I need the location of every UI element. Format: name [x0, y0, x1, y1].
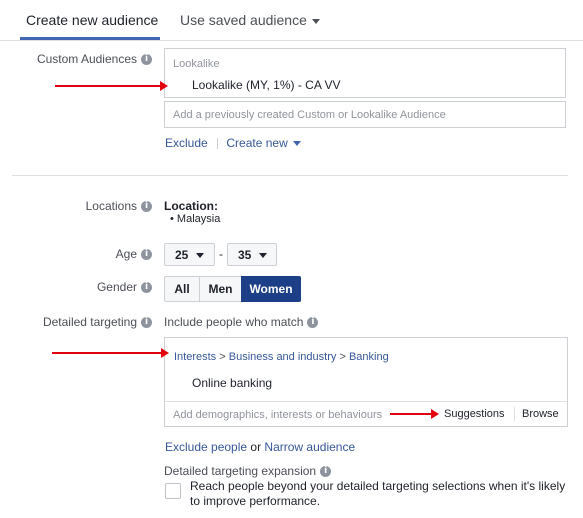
age-label: Age i: [116, 247, 152, 261]
expansion-description: Reach people beyond your detailed target…: [190, 479, 566, 508]
custom-audiences-label-text: Custom Audiences: [36, 52, 137, 66]
selected-audience[interactable]: Lookalike (MY, 1%) - CA VV: [192, 78, 341, 92]
browse-button[interactable]: Browse: [522, 408, 559, 420]
exclude-link[interactable]: Exclude: [165, 136, 208, 150]
include-label: Include people who match i: [164, 315, 319, 329]
info-icon[interactable]: i: [320, 466, 332, 478]
location-item-text: Malaysia: [176, 213, 221, 225]
detailed-targeting-input[interactable]: Add demographics, interests or behaviour…: [173, 409, 382, 421]
breadcrumb-business-industry[interactable]: Business and industry: [229, 351, 337, 363]
info-icon[interactable]: i: [141, 54, 152, 66]
annotation-arrow: [55, 81, 168, 91]
custom-audiences-label: Custom Audiences i: [37, 52, 152, 66]
info-icon[interactable]: i: [141, 317, 152, 329]
annotation-arrow: [52, 348, 169, 358]
gender-label-text: Gender: [96, 280, 137, 294]
age-label-text: Age: [115, 247, 137, 261]
lookalike-group-label: Lookalike: [173, 58, 220, 70]
info-icon[interactable]: i: [307, 317, 319, 329]
location-title: Location:: [164, 199, 218, 213]
breadcrumb-separator: >: [339, 351, 346, 363]
info-icon[interactable]: i: [141, 282, 152, 294]
custom-audience-actions: Exclude Create new: [165, 136, 301, 150]
chevron-down-icon: [311, 18, 320, 24]
chevron-down-icon: [292, 141, 301, 147]
breadcrumb-banking[interactable]: Banking: [349, 351, 389, 363]
active-tab-underline: [20, 37, 160, 40]
chevron-down-icon: [196, 253, 205, 259]
selected-interest[interactable]: Online banking: [192, 376, 272, 390]
create-new-label: Create new: [226, 136, 288, 150]
gender-label: Gender i: [97, 280, 152, 294]
info-icon[interactable]: i: [141, 249, 152, 261]
locations-label-text: Locations: [85, 199, 137, 213]
age-separator: -: [219, 247, 223, 261]
info-icon[interactable]: i: [141, 201, 152, 213]
custom-audience-selection-box: Lookalike Lookalike (MY, 1%) - CA VV: [164, 48, 566, 98]
gender-all-button[interactable]: All: [164, 276, 200, 302]
gender-women-button[interactable]: Women: [241, 276, 301, 302]
box-divider: [165, 401, 567, 402]
exclude-people-link[interactable]: Exclude people: [165, 440, 247, 454]
breadcrumb-separator: >: [219, 351, 226, 363]
tab-use-saved-audience[interactable]: Use saved audience: [180, 12, 320, 28]
expansion-title-text: Detailed targeting expansion: [164, 464, 317, 478]
custom-audience-input[interactable]: Add a previously created Custom or Looka…: [164, 101, 566, 128]
narrow-audience-link[interactable]: Narrow audience: [264, 440, 355, 454]
breadcrumb-interests[interactable]: Interests: [174, 351, 216, 363]
annotation-arrow: [390, 409, 439, 419]
suggest-browse-separator: [514, 407, 515, 421]
detailed-targeting-box: Interests > Business and industry > Bank…: [164, 337, 568, 427]
age-min-select[interactable]: 25: [164, 243, 215, 266]
suggestions-button[interactable]: Suggestions: [444, 408, 505, 420]
targeting-actions: Exclude people or Narrow audience: [165, 440, 355, 454]
age-max-select[interactable]: 35: [227, 243, 277, 266]
include-label-text: Include people who match: [164, 315, 304, 329]
tab-create-new-audience[interactable]: Create new audience: [26, 12, 158, 28]
action-separator: [217, 138, 219, 150]
create-new-dropdown[interactable]: Create new: [226, 136, 301, 150]
expansion-checkbox[interactable]: [165, 483, 181, 499]
chevron-down-icon: [259, 253, 268, 259]
locations-label: Locations i: [86, 199, 152, 213]
location-item: • Malaysia: [170, 213, 221, 225]
section-divider: [12, 175, 568, 176]
or-text: or: [250, 440, 262, 454]
age-max-value: 35: [238, 248, 252, 262]
detailed-targeting-label-text: Detailed targeting: [42, 315, 137, 329]
interest-breadcrumb: Interests > Business and industry > Bank…: [174, 351, 389, 363]
expansion-title: Detailed targeting expansion i: [164, 464, 332, 478]
detailed-targeting-label: Detailed targeting i: [43, 315, 152, 329]
age-min-value: 25: [175, 248, 189, 262]
audience-tabs: Create new audience Use saved audience: [0, 0, 583, 41]
tab-saved-label: Use saved audience: [180, 12, 307, 28]
gender-men-button[interactable]: Men: [199, 276, 242, 302]
custom-audience-placeholder: Add a previously created Custom or Looka…: [173, 109, 446, 121]
